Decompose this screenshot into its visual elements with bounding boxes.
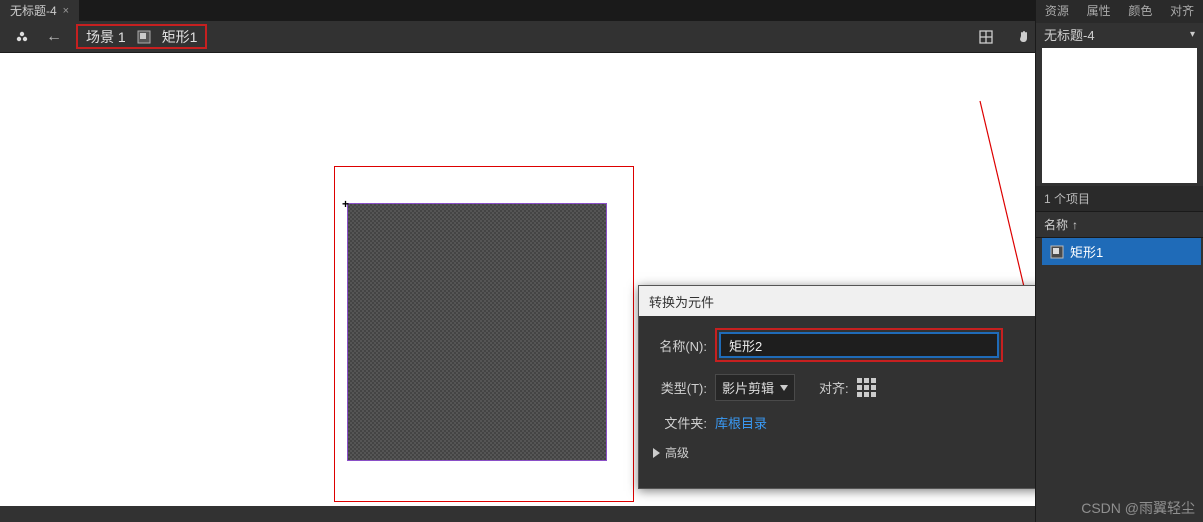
chevron-down-icon: ▾ bbox=[1190, 29, 1195, 40]
tab-color[interactable]: 颜色 bbox=[1120, 0, 1162, 23]
library-item[interactable]: 矩形1 bbox=[1042, 238, 1201, 265]
app-icon[interactable] bbox=[8, 23, 36, 51]
chevron-down-icon bbox=[780, 385, 788, 391]
document-tab-close[interactable]: × bbox=[63, 5, 69, 17]
tab-align[interactable]: 对齐 bbox=[1161, 0, 1203, 23]
library-item-label: 矩形1 bbox=[1070, 242, 1103, 261]
symbol-icon bbox=[136, 29, 152, 45]
name-label: 名称(N): bbox=[653, 336, 707, 355]
folder-link[interactable]: 库根目录 bbox=[715, 413, 767, 432]
center-stage-icon[interactable] bbox=[972, 23, 1000, 51]
breadcrumb: 场景 1 矩形1 bbox=[76, 24, 207, 49]
tab-resources[interactable]: 资源 bbox=[1036, 0, 1078, 23]
document-tab[interactable]: 无标题-4 × bbox=[0, 0, 79, 21]
registration-grid[interactable] bbox=[857, 378, 876, 397]
hand-tool-icon[interactable] bbox=[1010, 23, 1038, 51]
chevron-right-icon bbox=[653, 448, 661, 458]
movieclip-icon bbox=[1050, 245, 1064, 259]
library-column-name[interactable]: 名称 ↑ bbox=[1036, 211, 1203, 238]
library-doc-selector[interactable]: 无标题-4 ▾ bbox=[1036, 23, 1203, 45]
watermark: CSDN @雨翼轻尘 bbox=[1081, 498, 1195, 518]
symbol-name-input[interactable] bbox=[719, 332, 999, 358]
folder-label: 文件夹: bbox=[653, 413, 707, 432]
type-select[interactable]: 影片剪辑 bbox=[715, 374, 795, 401]
advanced-label: 高级 bbox=[665, 444, 689, 461]
edit-toolbar: ← 场景 1 矩形1 100% bbox=[0, 21, 1203, 53]
back-arrow-icon[interactable]: ← bbox=[40, 23, 68, 51]
library-doc-name: 无标题-4 bbox=[1044, 25, 1095, 44]
type-value: 影片剪辑 bbox=[722, 378, 774, 397]
library-count: 1 个项目 bbox=[1036, 186, 1203, 211]
tab-properties[interactable]: 属性 bbox=[1078, 0, 1120, 23]
type-label: 类型(T): bbox=[653, 378, 707, 397]
document-tab-title: 无标题-4 bbox=[10, 2, 57, 19]
breadcrumb-scene[interactable]: 场景 1 bbox=[86, 27, 126, 47]
dialog-title: 转换为元件 bbox=[649, 292, 714, 311]
sort-arrow-icon: ↑ bbox=[1072, 218, 1078, 232]
breadcrumb-symbol[interactable]: 矩形1 bbox=[162, 27, 198, 47]
rectangle-shape[interactable] bbox=[347, 203, 607, 461]
library-preview bbox=[1042, 48, 1197, 183]
registration-point-icon: + bbox=[342, 197, 349, 211]
align-label: 对齐: bbox=[819, 378, 849, 397]
library-panel: 资源 属性 颜色 对齐 无标题-4 ▾ 1 个项目 名称 ↑ 矩形1 bbox=[1035, 0, 1203, 522]
